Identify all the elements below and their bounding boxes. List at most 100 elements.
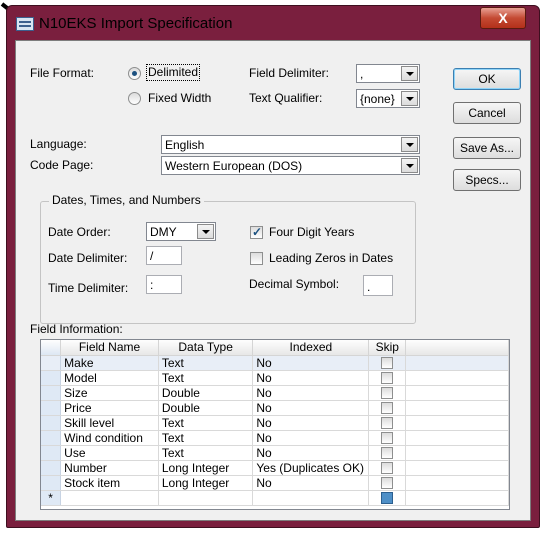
table-cell[interactable]: Text	[158, 445, 254, 461]
table-cell[interactable]: Yes (Duplicates OK)	[252, 460, 370, 476]
table-cell[interactable]: Text	[158, 355, 254, 371]
chevron-down-icon[interactable]	[401, 158, 418, 173]
skip-checkbox[interactable]	[381, 417, 394, 429]
delimited-label-focus: Delimited	[146, 64, 201, 81]
text-qualifier-label: Text Qualifier:	[249, 91, 323, 105]
skip-checkbox[interactable]	[381, 462, 394, 474]
time-delimiter-input[interactable]: :	[146, 275, 182, 294]
row-selector[interactable]	[41, 475, 62, 491]
new-record-row[interactable]: *	[41, 490, 509, 506]
row-selector[interactable]	[41, 460, 62, 476]
skip-checkbox[interactable]	[381, 357, 394, 369]
table-cell[interactable]: Stock item	[60, 475, 159, 491]
skip-checkbox[interactable]	[381, 402, 394, 414]
table-cell[interactable]: Model	[60, 370, 159, 386]
table-row[interactable]: Stock item Long Integer No	[41, 475, 509, 491]
table-cell[interactable]: No	[252, 415, 370, 431]
table-row[interactable]: Model Text No	[41, 370, 509, 386]
skip-checkbox[interactable]	[381, 372, 394, 384]
table-cell[interactable]: Text	[158, 415, 254, 431]
row-selector[interactable]	[41, 370, 62, 386]
table-row[interactable]: Size Double No	[41, 385, 509, 401]
row-selector[interactable]	[41, 400, 62, 416]
empty-cell	[405, 430, 509, 446]
import-spec-icon	[16, 17, 34, 31]
delimited-label[interactable]: Delimited	[148, 65, 198, 79]
date-delimiter-value: /	[150, 249, 154, 263]
date-order-select[interactable]: DMY	[146, 222, 216, 241]
skip-checkbox[interactable]	[381, 492, 394, 504]
file-format-label: File Format:	[30, 66, 95, 80]
table-cell[interactable]: Skill level	[60, 415, 159, 431]
table-cell[interactable]: Text	[158, 370, 254, 386]
table-row[interactable]: Number Long Integer Yes (Duplicates OK)	[41, 460, 509, 476]
column-header[interactable]: Data Type	[158, 340, 254, 356]
close-button[interactable]: X	[480, 7, 526, 29]
table-cell[interactable]: No	[252, 400, 370, 416]
table-row[interactable]: Skill level Text No	[41, 415, 509, 431]
table-cell[interactable]: Long Integer	[158, 475, 254, 491]
skip-checkbox[interactable]	[381, 432, 394, 444]
radio-delimited[interactable]	[128, 67, 141, 80]
date-delimiter-input[interactable]: /	[146, 246, 182, 265]
skip-checkbox[interactable]	[381, 477, 394, 489]
row-selector[interactable]	[41, 415, 62, 431]
table-cell[interactable]	[60, 490, 159, 506]
chevron-down-icon[interactable]	[401, 91, 418, 106]
table-cell[interactable]: Price	[60, 400, 159, 416]
row-selector[interactable]	[41, 430, 62, 446]
skip-cell	[368, 445, 407, 461]
table-cell[interactable]: Size	[60, 385, 159, 401]
four-digit-years-label[interactable]: Four Digit Years	[269, 225, 354, 239]
table-cell[interactable]: Wind condition	[60, 430, 159, 446]
table-row[interactable]: Use Text No	[41, 445, 509, 461]
chevron-down-icon[interactable]	[401, 66, 418, 81]
date-delimiter-label: Date Delimiter:	[48, 251, 128, 265]
table-cell[interactable]: Double	[158, 385, 254, 401]
specs-button[interactable]: Specs...	[453, 169, 521, 191]
table-cell[interactable]: Use	[60, 445, 159, 461]
language-select[interactable]: English	[161, 135, 420, 154]
row-selector[interactable]	[41, 445, 62, 461]
table-cell[interactable]: No	[252, 355, 370, 371]
chevron-down-icon[interactable]	[197, 224, 214, 239]
leading-zeros-label[interactable]: Leading Zeros in Dates	[269, 251, 393, 265]
ok-button[interactable]: OK	[453, 68, 521, 90]
leading-zeros-checkbox[interactable]	[250, 252, 263, 265]
table-cell[interactable]: No	[252, 445, 370, 461]
table-cell[interactable]	[252, 490, 370, 506]
table-cell[interactable]: No	[252, 475, 370, 491]
cancel-button[interactable]: Cancel	[453, 102, 521, 124]
fixed-width-label[interactable]: Fixed Width	[148, 91, 211, 105]
row-selector[interactable]	[41, 355, 62, 371]
row-selector[interactable]	[41, 385, 62, 401]
table-cell[interactable]: Text	[158, 430, 254, 446]
field-delimiter-select[interactable]: ,	[356, 64, 420, 83]
table-row[interactable]: Make Text No	[41, 355, 509, 371]
save-as-button[interactable]: Save As...	[453, 137, 521, 159]
table-cell[interactable]: Make	[60, 355, 159, 371]
code-page-select[interactable]: Western European (DOS)	[161, 156, 420, 175]
table-row[interactable]: Wind condition Text No	[41, 430, 509, 446]
four-digit-years-checkbox[interactable]	[250, 225, 263, 239]
chevron-down-icon[interactable]	[401, 137, 418, 152]
decimal-symbol-input[interactable]: .	[363, 275, 393, 296]
table-cell[interactable]: Long Integer	[158, 460, 254, 476]
column-header[interactable]: Indexed	[252, 340, 370, 356]
skip-checkbox[interactable]	[381, 387, 394, 399]
field-information-grid[interactable]: Field Name Data Type Indexed Skip Make Te…	[40, 339, 510, 510]
table-cell[interactable]: No	[252, 430, 370, 446]
radio-fixed-width[interactable]	[128, 92, 141, 105]
table-cell[interactable]: Number	[60, 460, 159, 476]
table-cell[interactable]	[158, 490, 254, 506]
text-qualifier-select[interactable]: {none}	[356, 89, 420, 108]
table-cell[interactable]: Double	[158, 400, 254, 416]
skip-checkbox[interactable]	[381, 447, 394, 459]
empty-cell	[405, 385, 509, 401]
table-cell[interactable]: No	[252, 385, 370, 401]
title-bar[interactable]: N10EKS Import Specification X	[7, 6, 539, 40]
column-header[interactable]: Skip	[368, 340, 407, 356]
table-row[interactable]: Price Double No	[41, 400, 509, 416]
column-header[interactable]: Field Name	[60, 340, 159, 356]
table-cell[interactable]: No	[252, 370, 370, 386]
